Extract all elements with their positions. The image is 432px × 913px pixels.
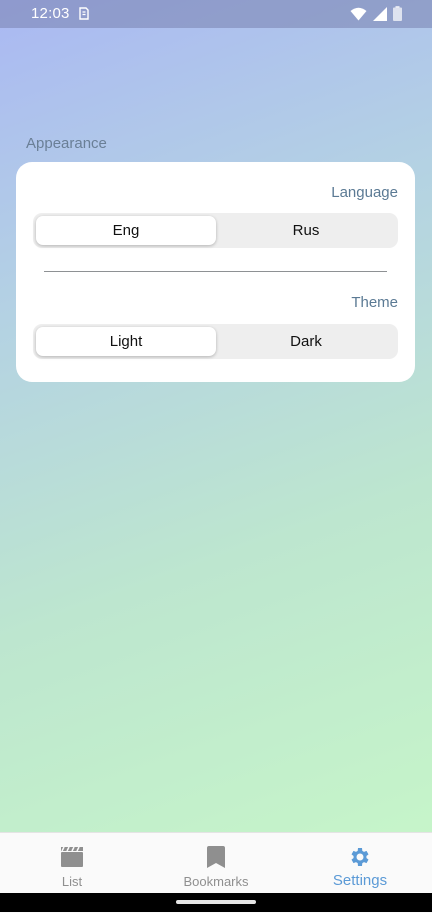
gear-icon xyxy=(348,845,372,869)
language-label: Language xyxy=(331,184,398,201)
home-bar[interactable] xyxy=(176,900,256,904)
signal-icon xyxy=(373,6,387,26)
theme-option-light[interactable]: Light xyxy=(36,327,216,356)
theme-segmented-control: Light Dark xyxy=(33,324,398,359)
clapperboard-icon xyxy=(60,845,84,869)
wifi-icon xyxy=(350,7,367,26)
bookmark-icon xyxy=(207,845,225,869)
nav-item-list[interactable]: List xyxy=(0,833,144,895)
divider xyxy=(44,271,387,272)
nav-label-list: List xyxy=(61,874,83,889)
battery-icon xyxy=(393,6,402,26)
nav-label-settings: Settings xyxy=(332,872,388,889)
nav-item-settings[interactable]: Settings xyxy=(288,833,432,895)
nav-label-bookmarks: Bookmarks xyxy=(183,874,249,889)
sim-card-icon xyxy=(78,7,90,20)
section-title-appearance: Appearance xyxy=(26,135,107,152)
appearance-card: Language Eng Rus Theme Light Dark xyxy=(16,162,415,382)
nav-item-bookmarks[interactable]: Bookmarks xyxy=(144,833,288,895)
status-bar: 12:03 xyxy=(0,0,432,28)
theme-option-dark[interactable]: Dark xyxy=(215,324,397,359)
language-option-rus[interactable]: Rus xyxy=(215,213,397,248)
language-option-eng[interactable]: Eng xyxy=(36,216,216,245)
home-indicator xyxy=(0,893,432,912)
status-icons xyxy=(350,6,402,26)
language-segmented-control: Eng Rus xyxy=(33,213,398,248)
status-time: 12:03 xyxy=(31,5,70,22)
theme-label: Theme xyxy=(351,294,398,311)
